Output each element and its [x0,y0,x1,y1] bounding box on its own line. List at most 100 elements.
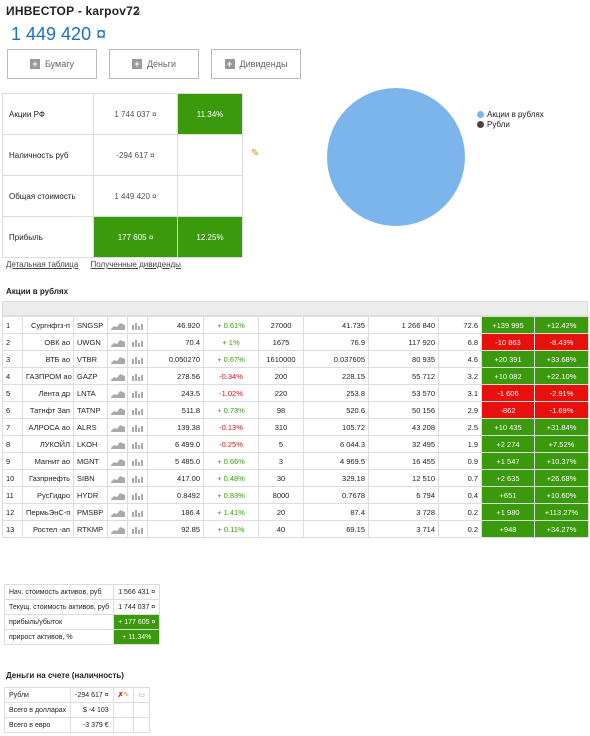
line-chart-icon[interactable] [111,440,125,449]
detail-table-link[interactable]: Детальная таблица [6,260,78,269]
pie-slice-stocks[interactable] [327,88,465,226]
stock-row[interactable]: 11 РусГидро HYDR 0.8492 + 0.83% 8000 0.7678 6 7… [2,486,589,504]
line-chart-icon[interactable] [111,372,125,381]
stock-change: + 0.83% [203,486,259,504]
stock-row[interactable]: 10 Газпрнефть SIBN 417.00 + 0.48% 30 329.18 12 … [2,469,589,487]
stock-share: 3.1 [438,384,482,402]
bar-chart-cell [127,316,148,334]
stock-row[interactable]: 4 ГАЗПРОМ ао GAZP 278.56 -0.34% 200 228.15 55 7… [2,367,589,385]
stock-name: Лента др [22,384,74,402]
stock-profit: -862 [481,401,535,419]
summary-value: 177 605 ¤ [93,216,178,258]
line-chart-icon[interactable] [111,406,125,415]
line-chart-icon[interactable] [111,457,125,466]
plus-icon: + [131,59,142,69]
edit-pencil-icon[interactable]: ✎ [124,692,130,699]
line-chart-icon[interactable] [111,423,125,432]
bar-chart-cell [127,350,148,368]
bar-chart-cell [127,503,148,521]
summary-label: Прибыль [2,216,94,258]
bar-chart-icon[interactable] [131,406,145,415]
legend-item-rubles[interactable]: Рубли [477,120,544,130]
stock-share: 0.2 [438,520,482,538]
stock-name: Газпрнефть [22,469,74,487]
bar-chart-cell [127,401,148,419]
line-chart-icon[interactable] [111,508,125,517]
cash-actions [112,702,135,718]
stock-name: ОВК ао [22,333,74,351]
line-chart-cell [107,316,128,334]
assets-row: Нач. стоимость активов, руб 1 566 431 ¤ [3,584,161,600]
bar-chart-icon[interactable] [131,423,145,432]
stock-price: 417.00 [147,469,204,487]
line-chart-icon[interactable] [111,474,125,483]
stock-ticker: ALRS [73,418,108,436]
assets-value: + 11.34% [113,629,161,645]
stock-row[interactable]: 3 ВТБ ао VTBR 0.050270 + 0.67% 1610000 0.03760… [2,350,589,368]
line-chart-icon[interactable] [111,338,125,347]
add-money-button[interactable]: + Деньги [109,49,199,79]
edit-pencil-icon[interactable]: ✎ [251,148,259,159]
stock-row[interactable]: 7 АЛРОСА ао ALRS 139.38 -0.13% 310 105.72 43 20… [2,418,589,436]
line-chart-icon[interactable] [111,491,125,500]
dividends-link[interactable]: Полученные дивиденды [91,260,181,269]
stock-row[interactable]: 2 ОВК ао UWGN 70.4 + 1% 1675 76.9 117 920 6.8 -10… [2,333,589,351]
stocks-section-title: Акции в рублях [6,287,69,296]
stock-change: + 0.48% [203,469,259,487]
stock-profit-pct: -8.43% [534,333,589,351]
stock-ticker: SIBN [73,469,108,487]
stock-row[interactable]: 5 Лента др LNTA 243.5 -1.02% 220 253.8 53 570 3.… [2,384,589,402]
view-links: Детальная таблица Полученные дивиденды [6,260,191,269]
stock-row[interactable]: 8 ЛУКОЙЛ LKOH 6 499.0 -0.25% 5 6 044.3 32 495 1.… [2,435,589,453]
bar-chart-icon[interactable] [131,355,145,364]
chevron-down-icon[interactable]: ⌄ [133,4,142,17]
bar-chart-cell [127,469,148,487]
cash-note-cell: ▭ [133,687,150,703]
stock-change: + 0.11% [203,520,259,538]
stock-row[interactable]: 9 Магнит ао MGNT 5 485.0 + 0.66% 3 4 969.5 16 4… [2,452,589,470]
bar-chart-icon[interactable] [131,338,145,347]
line-chart-cell [107,401,128,419]
assets-value: 1 744 037 ¤ [113,599,161,615]
bar-chart-icon[interactable] [131,321,145,330]
bar-chart-icon[interactable] [131,508,145,517]
stock-change: + 0.67% [203,350,259,368]
stock-change: -0.25% [203,435,259,453]
document-icon[interactable]: ▭ [138,692,145,699]
bar-chart-icon[interactable] [131,372,145,381]
assets-summary-table: Нач. стоимость активов, руб 1 566 431 ¤ Те… [3,584,161,645]
stock-index: 13 [2,520,23,538]
add-security-button[interactable]: + Бумагу [7,49,97,79]
cash-label: Всего в евро [3,717,72,733]
assets-label: Текущ. стоимость активов, руб [3,599,115,615]
bar-chart-icon[interactable] [131,457,145,466]
line-chart-icon[interactable] [111,355,125,364]
bar-chart-icon[interactable] [131,491,145,500]
stock-profit-pct: +10.60% [534,486,589,504]
bar-chart-icon[interactable] [131,389,145,398]
plus-icon: + [29,59,40,69]
legend-item-stocks[interactable]: Акции в рублях [477,110,544,120]
bar-chart-icon[interactable] [131,474,145,483]
assets-label: прирост активов, % [3,629,115,645]
add-dividends-button[interactable]: + Дивиденды [211,49,301,79]
line-chart-icon[interactable] [111,525,125,534]
stock-profit-pct: +10.37% [534,452,589,470]
bar-chart-icon[interactable] [131,525,145,534]
stock-avg-price: 87.4 [303,503,369,521]
line-chart-icon[interactable] [111,389,125,398]
stock-row[interactable]: 12 ПермьЭнС-п PMSBP 186.4 + 1.41% 20 87.4 3 728… [2,503,589,521]
stock-profit: +10 082 [481,367,535,385]
stock-profit: +139 995 [481,316,535,334]
bar-chart-icon[interactable] [131,440,145,449]
stock-row[interactable]: 13 Ростел -ап RTKMP 92.85 + 0.11% 40 69.15 3 71… [2,520,589,538]
stock-change: + 0.61% [203,316,259,334]
stock-row[interactable]: 1 Сургнфгз-п SNGSP 46.920 + 0.61% 27000 41.735… [2,316,589,334]
stock-price: 243.5 [147,384,204,402]
cash-section-title: Деньги на счете (наличность) [6,671,124,680]
stock-row[interactable]: 6 Татнфт Зап TATNP 511.8 + 0.73% 98 520.6 50 15… [2,401,589,419]
portfolio-title[interactable]: ИНВЕСТОР - karpov72 [6,4,140,18]
line-chart-cell [107,435,128,453]
stock-profit-pct: +34.27% [534,520,589,538]
line-chart-icon[interactable] [111,321,125,330]
